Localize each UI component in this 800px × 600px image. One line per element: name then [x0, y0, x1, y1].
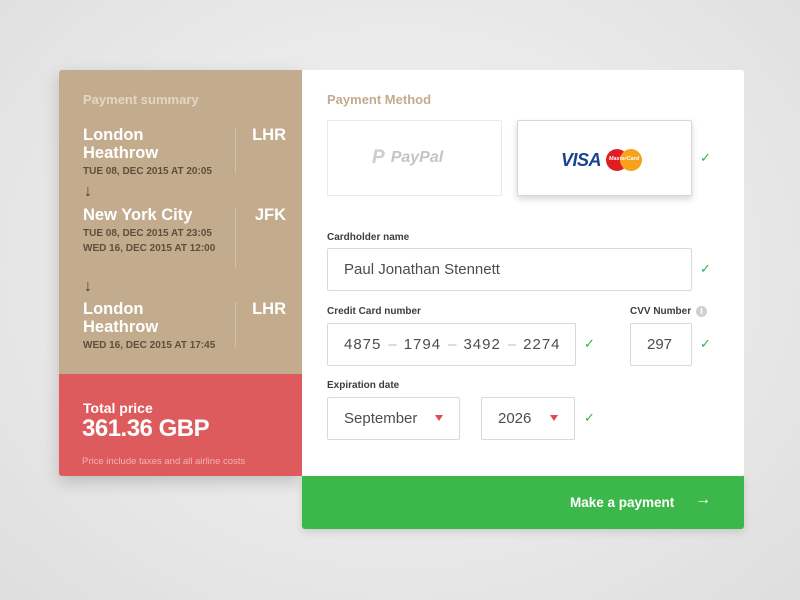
paypal-icon: P	[372, 147, 385, 168]
make-payment-button[interactable]: Make a payment →	[302, 476, 744, 529]
card-number-field[interactable]: 4875 – 1794 – 3492 – 2274	[327, 323, 576, 366]
airport-code: LHR	[252, 126, 286, 144]
stop-origin: London Heathrow LHR TUE 08, DEC 2015 AT …	[83, 126, 286, 179]
total-price-note: Price include taxes and all airline cost…	[82, 456, 246, 467]
card-option[interactable]: VISA MasterCard	[517, 120, 692, 196]
dropdown-caret-icon	[435, 415, 443, 421]
expiration-month-value: September	[344, 410, 418, 427]
stop-city: New York City	[83, 206, 193, 224]
cardholder-name-field[interactable]: Paul Jonathan Stennett	[327, 248, 692, 291]
make-payment-label: Make a payment	[570, 495, 675, 510]
separator: –	[507, 336, 517, 353]
arrow-down-icon: ↓	[84, 278, 92, 295]
card-number-group: 2274	[523, 336, 561, 353]
separator: –	[448, 336, 457, 353]
summary-title: Payment summary	[83, 92, 199, 107]
arrow-down-icon: ↓	[84, 183, 92, 200]
stop-time: TUE 08, DEC 2015 AT 23:05	[83, 228, 212, 239]
paypal-label: PayPal	[390, 149, 444, 166]
divider	[235, 208, 236, 268]
card-number-group: 4875	[344, 336, 382, 353]
stop-layover: New York City JFK TUE 08, DEC 2015 AT 23…	[83, 206, 286, 268]
total-price-label: Total price	[83, 400, 153, 416]
stop-time: WED 16, DEC 2015 AT 12:00	[83, 243, 216, 254]
check-icon: ✓	[700, 261, 711, 276]
check-icon: ✓	[584, 410, 595, 425]
paypal-option[interactable]: P PayPal	[327, 120, 502, 196]
cvv-value: 297	[647, 336, 673, 353]
card-number-label: Credit Card number	[327, 306, 421, 317]
cardholder-label: Cardholder name	[327, 232, 410, 243]
paypal-logo: P PayPal	[372, 148, 443, 168]
info-icon[interactable]: i	[696, 306, 707, 317]
arrow-right-icon: →	[695, 491, 711, 508]
card-logos: VISA MasterCard	[561, 149, 643, 171]
total-price-section: Total price 361.36 GBP Price include tax…	[59, 374, 302, 476]
cardholder-name-value: Paul Jonathan Stennett	[344, 261, 500, 278]
expiration-label: Expiration date	[327, 380, 400, 391]
checkout-card: Payment summary London Heathrow LHR TUE …	[59, 70, 744, 476]
airport-code: LHR	[252, 300, 286, 318]
mastercard-label: MasterCard	[608, 156, 640, 162]
visa-logo: VISA	[561, 149, 602, 170]
check-icon: ✓	[700, 150, 711, 165]
payment-form: Payment Method P PayPal VISA MasterCard …	[302, 70, 744, 476]
airport-code: JFK	[254, 206, 286, 224]
check-icon: ✓	[700, 336, 711, 351]
stop-city: London Heathrow	[83, 126, 159, 162]
total-price-value: 361.36 GBP	[82, 415, 210, 442]
mastercard-icon: MasterCard	[606, 149, 643, 171]
cvv-field[interactable]: 297	[630, 323, 692, 366]
expiration-year-select[interactable]: 2026	[481, 397, 575, 440]
payment-summary-panel: Payment summary London Heathrow LHR TUE …	[59, 70, 302, 476]
stop-time: TUE 08, DEC 2015 AT 20:05	[83, 166, 212, 177]
separator: –	[388, 336, 397, 353]
expiration-year-value: 2026	[498, 410, 532, 427]
divider	[235, 302, 236, 347]
payment-method-title: Payment Method	[327, 92, 432, 107]
card-number-group: 1794	[403, 336, 442, 353]
stop-time: WED 16, DEC 2015 AT 17:45	[83, 340, 216, 351]
stop-city: London Heathrow	[83, 300, 159, 336]
stop-destination: London Heathrow LHR WED 16, DEC 2015 AT …	[83, 300, 286, 353]
check-icon: ✓	[584, 336, 595, 351]
expiration-month-select[interactable]: September	[327, 397, 460, 440]
cvv-label: CVV Number	[630, 306, 692, 317]
dropdown-caret-icon	[550, 415, 558, 421]
card-number-group: 3492	[463, 336, 501, 353]
divider	[235, 128, 236, 173]
